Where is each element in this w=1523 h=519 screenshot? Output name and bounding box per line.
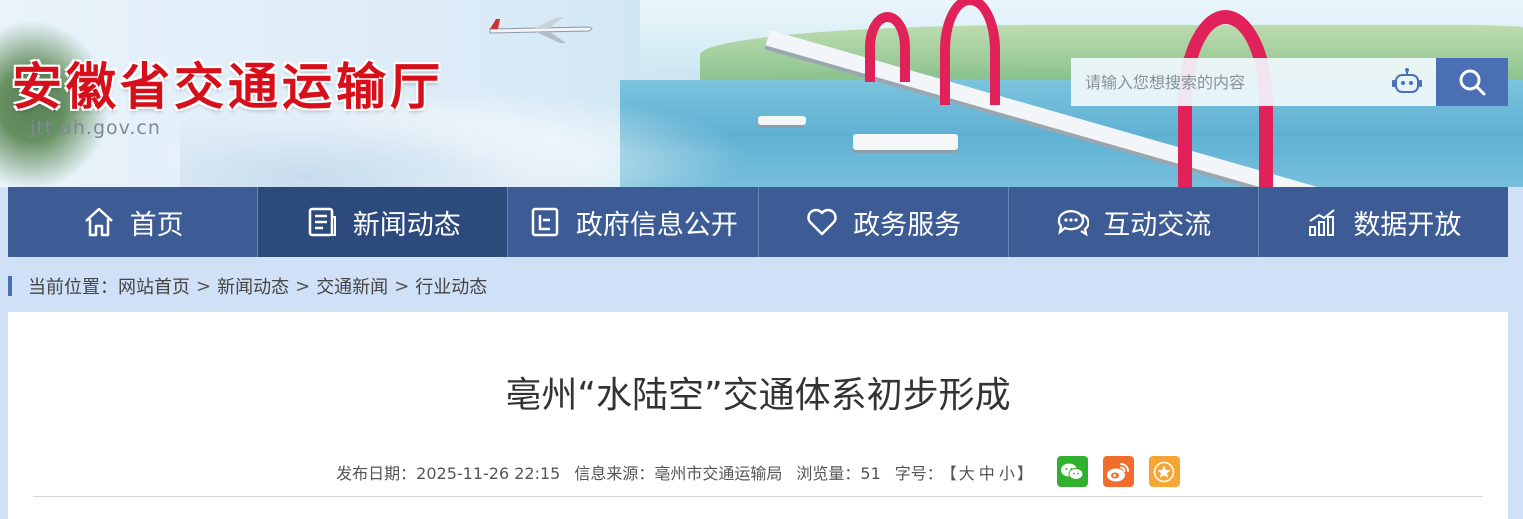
share-wechat-button[interactable] (1056, 456, 1088, 487)
news-document-icon (308, 207, 336, 237)
nav-item-news[interactable]: 新闻动态 (258, 187, 509, 257)
banner-ship (853, 134, 958, 150)
breadcrumb-prefix: 当前位置： (28, 277, 118, 298)
views-value: 51 (860, 463, 881, 483)
meta-divider (33, 496, 1483, 497)
site-domain: jtt.ah.gov.cn (30, 117, 161, 139)
nav-item-label: 政务服务 (853, 209, 962, 241)
robot-assistant-icon[interactable] (1390, 65, 1424, 99)
search-bar (1071, 58, 1436, 106)
nav-item-label: 政府信息公开 (575, 209, 738, 241)
banner-ship (758, 116, 806, 125)
font-bracket-close: 】 (1016, 463, 1033, 483)
nav-item-home[interactable]: 首页 (8, 187, 259, 257)
heart-icon (807, 208, 837, 236)
airplane-icon (489, 17, 593, 43)
search-input[interactable] (1071, 58, 1390, 106)
font-size-control: 字号：【大中小】 (895, 460, 1033, 484)
info-disclosure-icon (531, 207, 559, 237)
wechat-icon (1061, 463, 1084, 480)
article-meta: 发布日期：2025-11-26 22:15 信息来源：亳州市交通运输局 浏览量：… (8, 456, 1508, 487)
banner-bridge-arch (865, 12, 910, 82)
view-count: 浏览量：51 (796, 460, 880, 484)
share-weibo-button[interactable] (1102, 456, 1134, 487)
search-button[interactable] (1436, 58, 1508, 106)
share-favorite-button[interactable] (1148, 456, 1180, 487)
nav-item-services[interactable]: 政务服务 (759, 187, 1009, 257)
nav-item-interaction[interactable]: 互动交流 (1009, 187, 1259, 257)
article-title: 亳州“水陆空”交通体系初步形成 (505, 375, 1011, 416)
font-large-button[interactable]: 大 (959, 464, 975, 483)
breadcrumb-link-transport-news[interactable]: 交通新闻 (316, 273, 388, 299)
breadcrumb-marker (8, 276, 12, 296)
breadcrumb: 当前位置： 网站首页 > 新闻动态 > 交通新闻 > 行业动态 (8, 273, 487, 299)
banner-bridge-arch (940, 0, 1000, 105)
publish-date-value: 2025-11-26 22:15 (416, 463, 561, 483)
chat-bubbles-icon (1058, 210, 1090, 237)
font-size-label: 字号： (894, 463, 943, 483)
font-bracket-open: 【 (948, 463, 957, 483)
nav-item-label: 互动交流 (1103, 209, 1212, 241)
views-label: 浏览量： (796, 463, 861, 483)
breadcrumb-link-news[interactable]: 新闻动态 (217, 273, 289, 299)
breadcrumb-link-industry[interactable]: 行业动态 (415, 273, 487, 299)
publish-date: 发布日期：2025-11-26 22:15 (336, 460, 560, 484)
font-small-button[interactable]: 小 (999, 464, 1015, 483)
breadcrumb-separator: > (394, 275, 410, 297)
breadcrumb-separator: > (196, 275, 212, 297)
nav-item-label: 数据开放 (1353, 209, 1462, 241)
home-icon (84, 207, 113, 237)
source-value: 亳州市交通运输局 (654, 463, 783, 483)
info-source: 信息来源：亳州市交通运输局 (574, 460, 782, 484)
nav-item-open-data[interactable]: 数据开放 (1259, 187, 1508, 257)
article-container: 亳州“水陆空”交通体系初步形成 发布日期：2025-11-26 22:15 信息… (8, 312, 1508, 519)
publish-date-label: 发布日期： (336, 463, 417, 483)
breadcrumb-separator: > (295, 275, 311, 297)
source-label: 信息来源： (574, 463, 655, 483)
site-title: 安徽省交通运输厅 (12, 57, 444, 116)
nav-item-label: 首页 (129, 209, 184, 241)
weibo-icon (1107, 462, 1130, 481)
search-icon (1459, 69, 1486, 96)
nav-item-info-disclosure[interactable]: 政府信息公开 (508, 187, 759, 257)
bar-chart-icon (1309, 209, 1336, 236)
font-medium-button[interactable]: 中 (979, 464, 995, 483)
nav-item-label: 新闻动态 (352, 209, 461, 241)
favorite-star-icon (1154, 461, 1175, 482)
breadcrumb-link-home[interactable]: 网站首页 (118, 273, 190, 299)
main-nav: 首页 新闻动态 政府信息公开 政务服务 互动交流 数据开放 (8, 187, 1508, 257)
